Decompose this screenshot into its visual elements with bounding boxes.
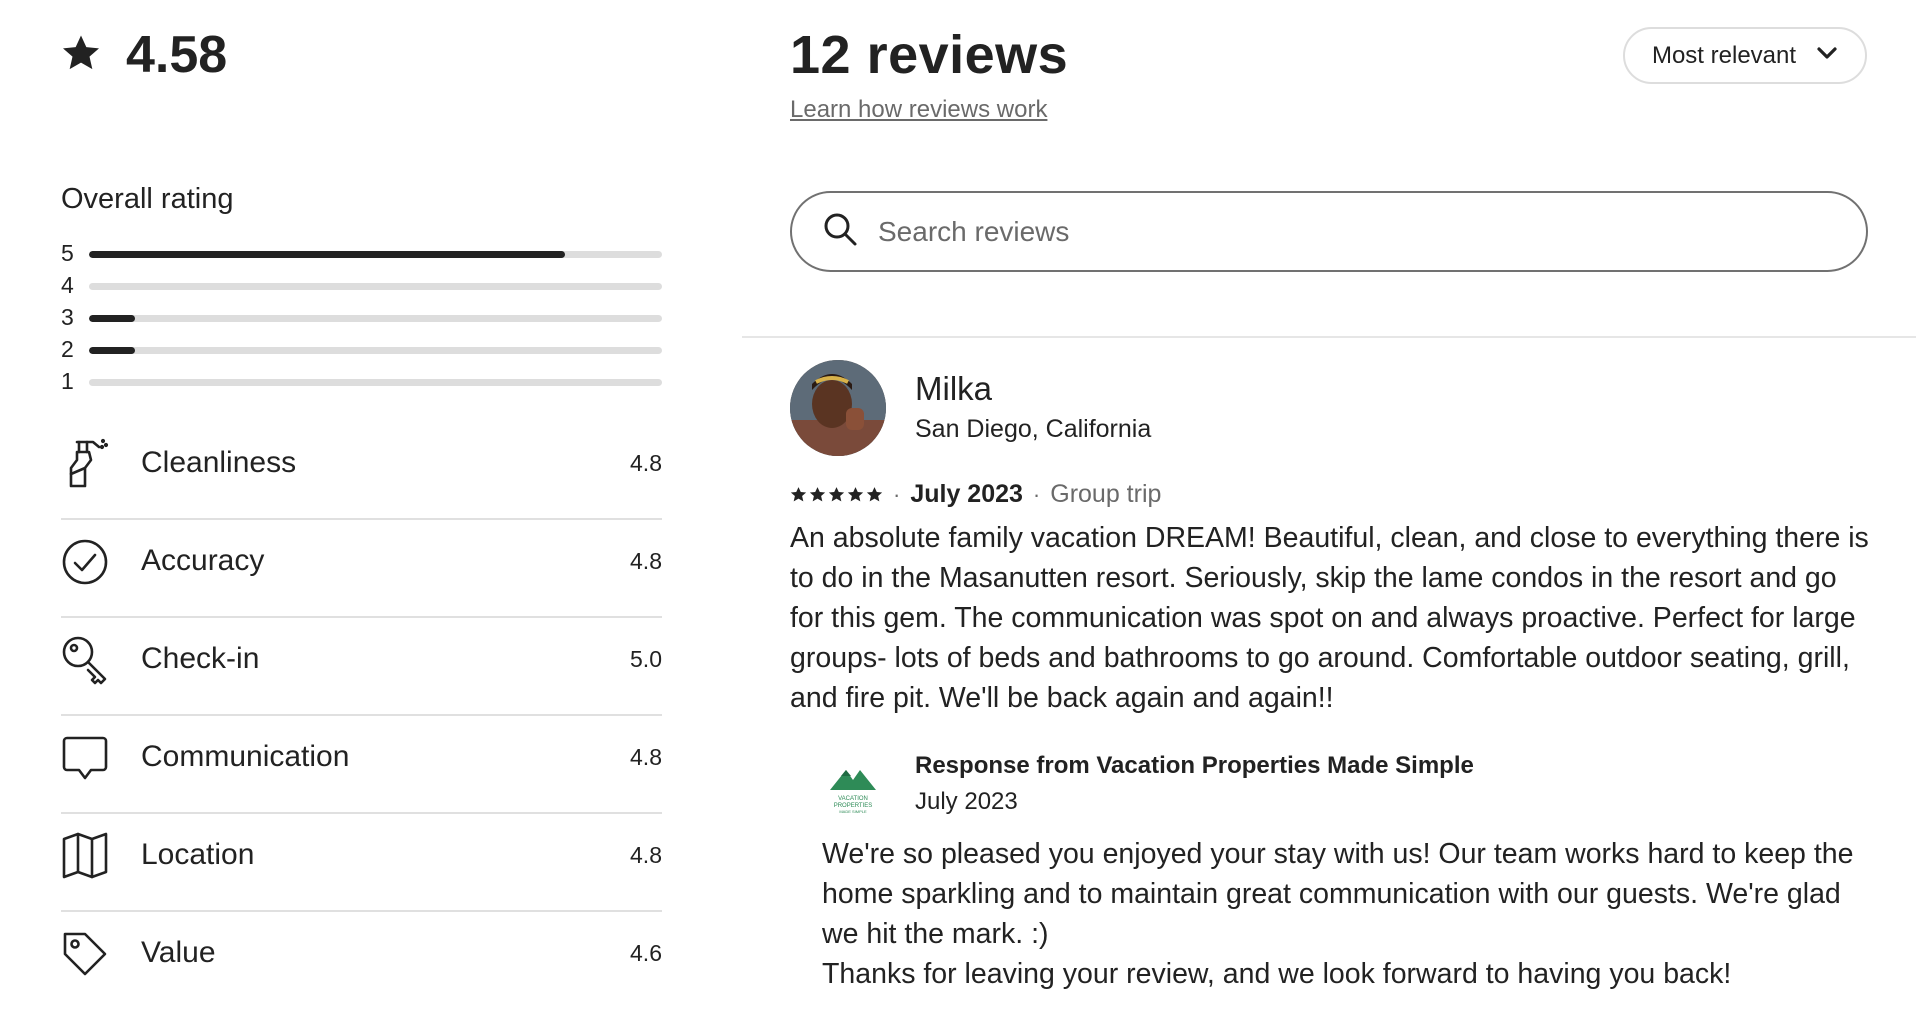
category-score: 4.6 [630, 940, 662, 966]
separator-dot: · [893, 481, 901, 507]
rating-bar-label: 4 [61, 272, 74, 298]
rating-bar-fill [89, 347, 135, 354]
chat-bubble-icon [61, 732, 109, 784]
category-row-communication: Communication 4.8 [61, 716, 662, 814]
rating-bar-track [89, 283, 662, 290]
rating-bar-row: 5 [61, 238, 662, 270]
star-icon [847, 487, 864, 502]
category-score: 4.8 [630, 548, 662, 574]
reviewer-location: San Diego, California [915, 415, 1152, 443]
key-icon [61, 634, 109, 686]
section-divider [742, 336, 1916, 338]
search-reviews-field[interactable] [790, 191, 1868, 272]
overall-rating-value: 4.58 [126, 26, 228, 84]
rating-bar-label: 5 [61, 240, 74, 266]
star-icon [61, 33, 101, 78]
category-row-cleanliness: Cleanliness 4.8 [61, 422, 662, 520]
category-score: 4.8 [630, 842, 662, 868]
category-score: 4.8 [630, 450, 662, 476]
rating-bar-track [89, 379, 662, 386]
host-logo-text-1: VACATION [838, 796, 868, 802]
map-icon [61, 830, 109, 882]
price-tag-icon [61, 928, 109, 980]
rating-bar-track [89, 315, 662, 322]
response-title: Response from Vacation Properties Made S… [915, 752, 1474, 779]
category-row-accuracy: Accuracy 4.8 [61, 520, 662, 618]
star-icon [809, 487, 826, 502]
category-label: Value [141, 936, 216, 969]
sort-dropdown[interactable]: Most relevant [1623, 27, 1867, 84]
star-icon [828, 487, 845, 502]
category-score: 5.0 [630, 646, 662, 672]
rating-distribution: 5 4 3 2 1 [61, 238, 662, 398]
review-meta: · July 2023 · Group trip [790, 480, 1161, 509]
star-icon [866, 487, 883, 502]
separator-dot: · [1032, 481, 1041, 507]
review-stars [790, 486, 883, 503]
avatar[interactable] [790, 360, 886, 456]
rating-bar-track [89, 251, 662, 258]
rating-bar-label: 2 [61, 336, 74, 362]
rating-bar-row: 4 [61, 270, 662, 302]
chevron-down-icon [1816, 46, 1838, 65]
rating-bar-track [89, 347, 662, 354]
reviews-count-title: 12 reviews [790, 25, 1069, 85]
learn-how-reviews-work-link[interactable]: Learn how reviews work [790, 96, 1047, 124]
check-circle-icon [61, 536, 109, 588]
response-paragraph: Thanks for leaving your review, and we l… [822, 958, 1732, 990]
category-row-value: Value 4.6 [61, 912, 662, 1010]
star-icon [790, 487, 807, 502]
rating-bar-label: 1 [61, 368, 74, 394]
category-score: 4.8 [630, 744, 662, 770]
host-logo-text-3: MADE SIMPLE [839, 809, 867, 814]
category-label: Communication [141, 740, 350, 773]
rating-bar-row: 1 [61, 366, 662, 398]
spray-bottle-icon [61, 438, 109, 490]
category-row-location: Location 4.8 [61, 814, 662, 912]
review-date: July 2023 [910, 480, 1023, 508]
rating-bar-fill [89, 251, 565, 258]
category-label: Check-in [141, 642, 260, 675]
search-reviews-input[interactable] [876, 214, 1840, 249]
category-label: Accuracy [141, 544, 265, 577]
response-text: We're so pleased you enjoyed your stay w… [822, 834, 1882, 994]
reviewer-name: Milka [915, 370, 993, 407]
rating-header: 4.58 [61, 26, 227, 84]
search-icon [792, 211, 858, 252]
rating-bar-label: 3 [61, 304, 74, 330]
host-logo: VACATION PROPERTIES MADE SIMPLE [822, 762, 884, 820]
category-ratings: Cleanliness 4.8 Accuracy 4.8 Check-in 5.… [61, 422, 662, 1010]
rating-bar-row: 3 [61, 302, 662, 334]
review-trip-type: Group trip [1050, 480, 1162, 508]
overall-rating-title: Overall rating [61, 183, 234, 215]
response-paragraph: We're so pleased you enjoyed your stay w… [822, 838, 1854, 950]
category-label: Location [141, 838, 255, 871]
rating-bar-fill [89, 315, 135, 322]
response-date: July 2023 [915, 788, 1018, 815]
category-label: Cleanliness [141, 446, 297, 479]
review-text: An absolute family vacation DREAM! Beaut… [790, 522, 1869, 714]
category-row-check-in: Check-in 5.0 [61, 618, 662, 716]
sort-dropdown-label: Most relevant [1651, 41, 1797, 69]
rating-bar-row: 2 [61, 334, 662, 366]
